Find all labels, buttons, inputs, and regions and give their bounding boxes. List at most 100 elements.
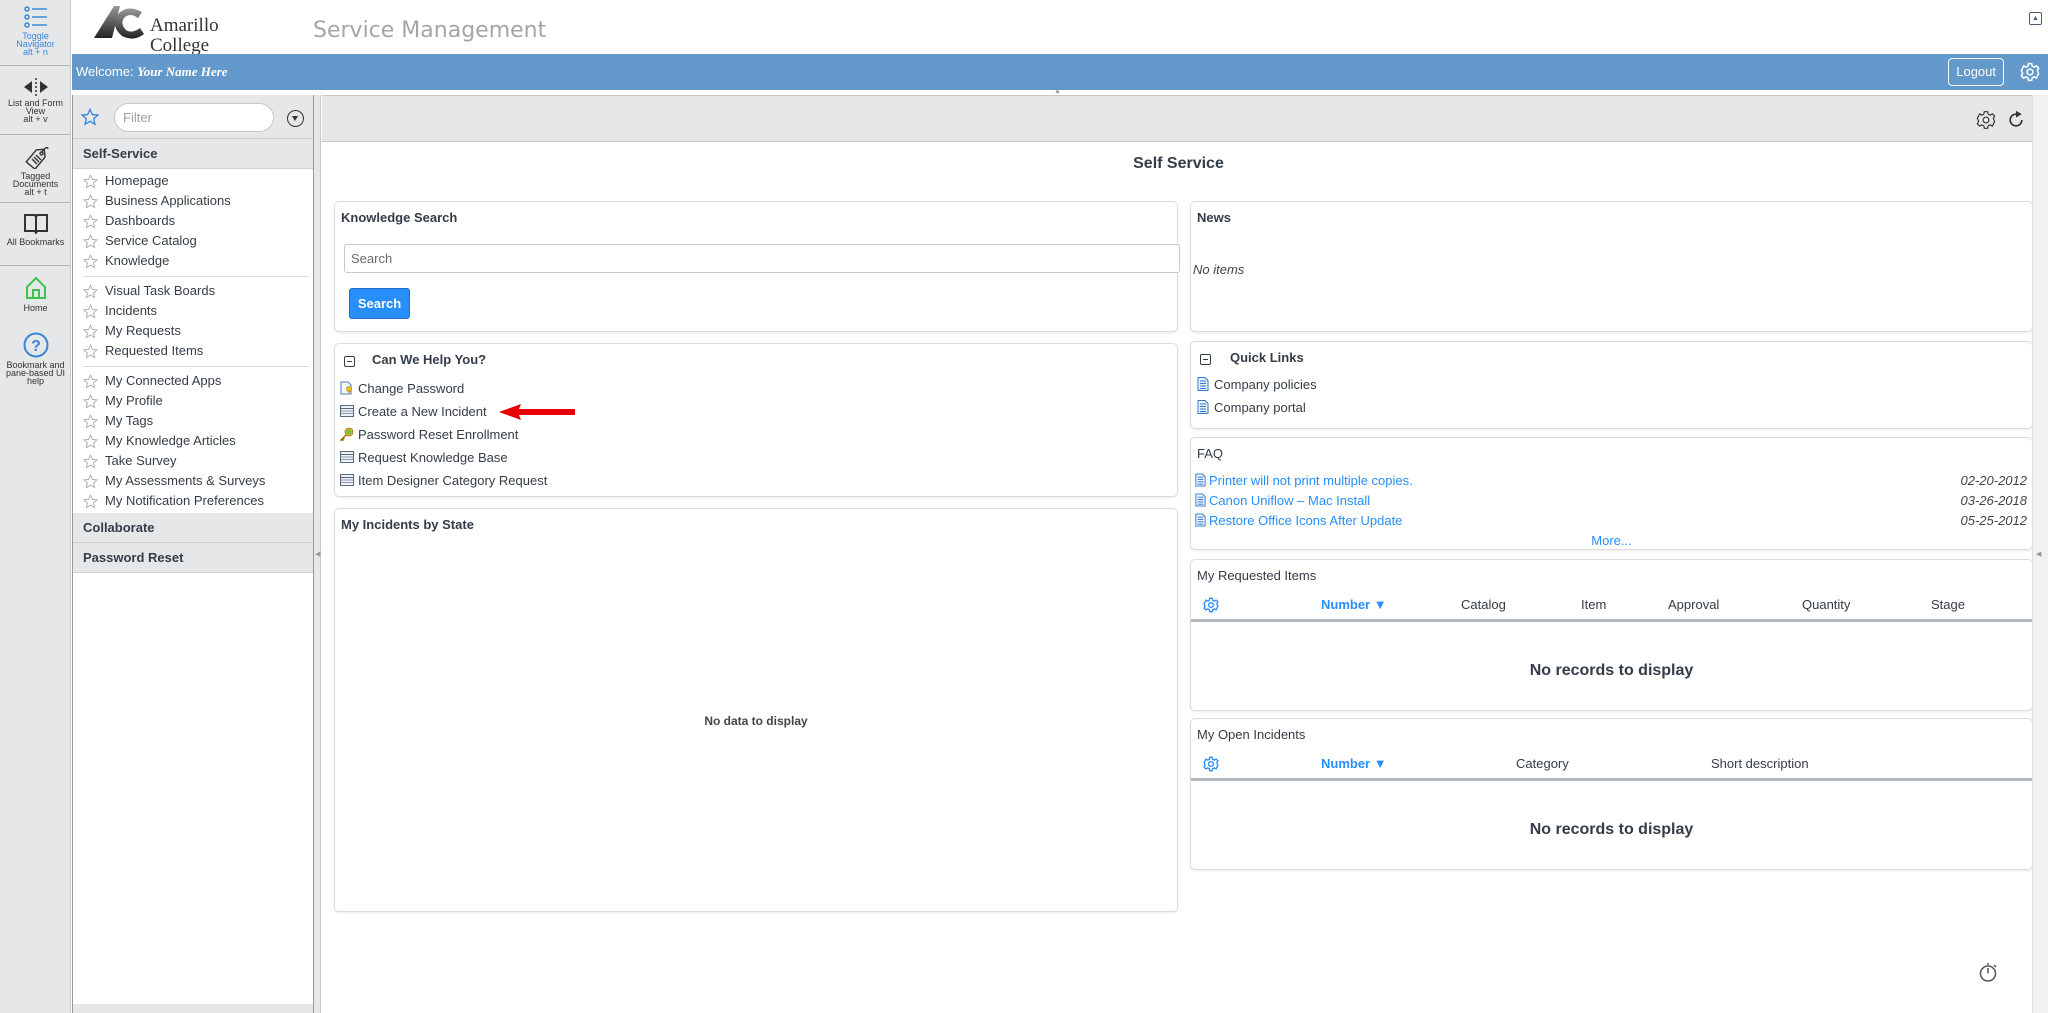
collapse-up-icon[interactable]: ▲ [1054, 88, 1061, 95]
knowledge-search-input[interactable] [344, 244, 1180, 273]
column-header-number[interactable]: Number ▼ [1321, 756, 1387, 771]
collapse-widget-button[interactable] [344, 356, 355, 367]
nav-section-password-reset[interactable]: Password Reset [73, 543, 313, 573]
navigator-options-dropdown[interactable] [287, 110, 304, 127]
star-outline-icon[interactable] [83, 234, 98, 249]
collapse-header-button[interactable]: ▲ [2029, 12, 2042, 25]
collapse-left-icon[interactable]: ◀ [315, 550, 320, 558]
nav-item-my-requests[interactable]: My Requests [73, 321, 313, 341]
list-form-view-button[interactable]: List and Form View alt + v [0, 78, 71, 124]
nav-item-visual-task-boards[interactable]: Visual Task Boards [73, 281, 313, 301]
user-name: Your Name Here [137, 64, 228, 79]
help-link-label: Change Password [358, 381, 465, 396]
faq-more-link[interactable]: More... [1191, 533, 2032, 548]
faq-item[interactable]: Printer will not print multiple copies. [1194, 471, 1413, 491]
nav-item-my-tags[interactable]: My Tags [73, 411, 313, 431]
nav-divider [83, 366, 309, 367]
star-outline-icon[interactable] [83, 284, 98, 299]
knowledge-search-button[interactable]: Search [349, 288, 410, 319]
star-outline-icon[interactable] [83, 254, 98, 269]
nav-item-dashboards[interactable]: Dashboards [73, 211, 313, 231]
stopwatch-icon[interactable] [1978, 961, 1998, 983]
collapse-right-icon[interactable]: ◀ [2036, 550, 2041, 558]
nav-item-take-survey[interactable]: Take Survey [73, 451, 313, 471]
nav-item-requested-items[interactable]: Requested Items [73, 341, 313, 361]
form-icon [340, 451, 354, 463]
star-outline-icon[interactable] [83, 214, 98, 229]
navigator-filter-input[interactable] [114, 103, 274, 132]
faq-item[interactable]: Restore Office Icons After Update [1194, 511, 1402, 531]
column-header-catalog[interactable]: Catalog [1461, 597, 1506, 612]
column-header-stage[interactable]: Stage [1931, 597, 1965, 612]
tagged-documents-button[interactable]: Tagged Documents alt + t [0, 145, 71, 197]
column-header-short-description[interactable]: Short description [1711, 756, 1809, 771]
help-link-item-designer-category-request[interactable]: Item Designer Category Request [340, 471, 547, 491]
help-button[interactable]: ? Bookmark and pane-based UI help [0, 332, 71, 386]
all-bookmarks-button[interactable]: All Bookmarks [0, 212, 71, 247]
logout-button[interactable]: Logout [1948, 58, 2004, 86]
star-outline-icon[interactable] [83, 324, 98, 339]
star-outline-icon[interactable] [83, 344, 98, 359]
toggle-navigator-button[interactable]: Toggle Navigator alt + n [0, 6, 71, 57]
page-settings-gear-icon[interactable] [1976, 110, 1996, 130]
nav-item-incidents[interactable]: Incidents [73, 301, 313, 321]
navigator-splitter[interactable]: ◀ [314, 95, 321, 1013]
nav-item-my-notification-preferences[interactable]: My Notification Preferences [73, 491, 313, 511]
nav-item-my-connected-apps[interactable]: My Connected Apps [73, 371, 313, 391]
logo-text: Amarillo College [150, 16, 272, 57]
nav-item-label: My Profile [105, 393, 163, 408]
list-settings-gear-icon[interactable] [1203, 756, 1219, 772]
news-widget: News No items [1190, 201, 2033, 332]
column-header-quantity[interactable]: Quantity [1802, 597, 1850, 612]
nav-item-business-applications[interactable]: Business Applications [73, 191, 313, 211]
nav-item-label: My Requests [105, 323, 181, 338]
star-outline-icon[interactable] [83, 414, 98, 429]
welcome-message: Welcome: Your Name Here [76, 64, 227, 80]
help-link-create-incident[interactable]: Create a New Incident [340, 402, 487, 422]
star-outline-icon[interactable] [83, 374, 98, 389]
help-link-change-password[interactable]: Change Password [340, 379, 464, 399]
right-pane-splitter[interactable]: ◀ [2032, 95, 2048, 1013]
column-header-number[interactable]: Number ▼ [1321, 597, 1387, 612]
nav-item-label: My Notification Preferences [105, 493, 264, 508]
nav-section-self-service[interactable]: Self-Service [73, 139, 313, 169]
star-outline-icon[interactable] [83, 494, 98, 509]
star-outline-icon[interactable] [83, 394, 98, 409]
faq-item-date: 02-20-2012 [1960, 473, 2028, 488]
star-outline-icon[interactable] [83, 174, 98, 189]
column-header-item[interactable]: Item [1581, 597, 1606, 612]
column-header-approval[interactable]: Approval [1668, 597, 1719, 612]
refresh-icon[interactable] [2006, 110, 2026, 130]
key-document-icon [340, 381, 352, 395]
settings-gear-icon[interactable] [2020, 62, 2040, 82]
list-settings-gear-icon[interactable] [1203, 597, 1219, 613]
favorites-star-icon[interactable] [81, 108, 99, 126]
widget-title: My Incidents by State [341, 517, 474, 532]
star-outline-icon[interactable] [83, 434, 98, 449]
star-outline-icon[interactable] [83, 474, 98, 489]
quick-link-company-portal[interactable]: Company portal [1196, 398, 1306, 418]
column-header-category[interactable]: Category [1516, 756, 1569, 771]
help-link-request-knowledge-base[interactable]: Request Knowledge Base [340, 448, 508, 468]
nav-item-knowledge[interactable]: Knowledge [73, 251, 313, 271]
star-outline-icon[interactable] [83, 194, 98, 209]
quick-link-company-policies[interactable]: Company policies [1196, 375, 1317, 395]
home-button[interactable]: Home [0, 276, 71, 313]
nav-item-my-knowledge-articles[interactable]: My Knowledge Articles [73, 431, 313, 451]
nav-item-service-catalog[interactable]: Service Catalog [73, 231, 313, 251]
nav-item-my-assessments-surveys[interactable]: My Assessments & Surveys [73, 471, 313, 491]
faq-item[interactable]: Canon Uniflow – Mac Install [1194, 491, 1370, 511]
collapse-widget-button[interactable] [1200, 354, 1211, 365]
content-toolbar: ▲ [322, 88, 2032, 142]
document-icon [1195, 513, 1206, 527]
logo[interactable]: Amarillo College [92, 4, 272, 57]
nav-section-collaborate[interactable]: Collaborate [73, 513, 313, 543]
nav-item-my-profile[interactable]: My Profile [73, 391, 313, 411]
split-view-icon [23, 78, 48, 96]
help-link-password-reset-enrollment[interactable]: Password Reset Enrollment [340, 425, 518, 445]
star-outline-icon[interactable] [83, 454, 98, 469]
nav-item-label: Visual Task Boards [105, 283, 216, 298]
nav-item-homepage[interactable]: Homepage [73, 171, 313, 191]
quick-links-widget: Quick Links Company policies Company por… [1190, 341, 2033, 429]
star-outline-icon[interactable] [83, 304, 98, 319]
